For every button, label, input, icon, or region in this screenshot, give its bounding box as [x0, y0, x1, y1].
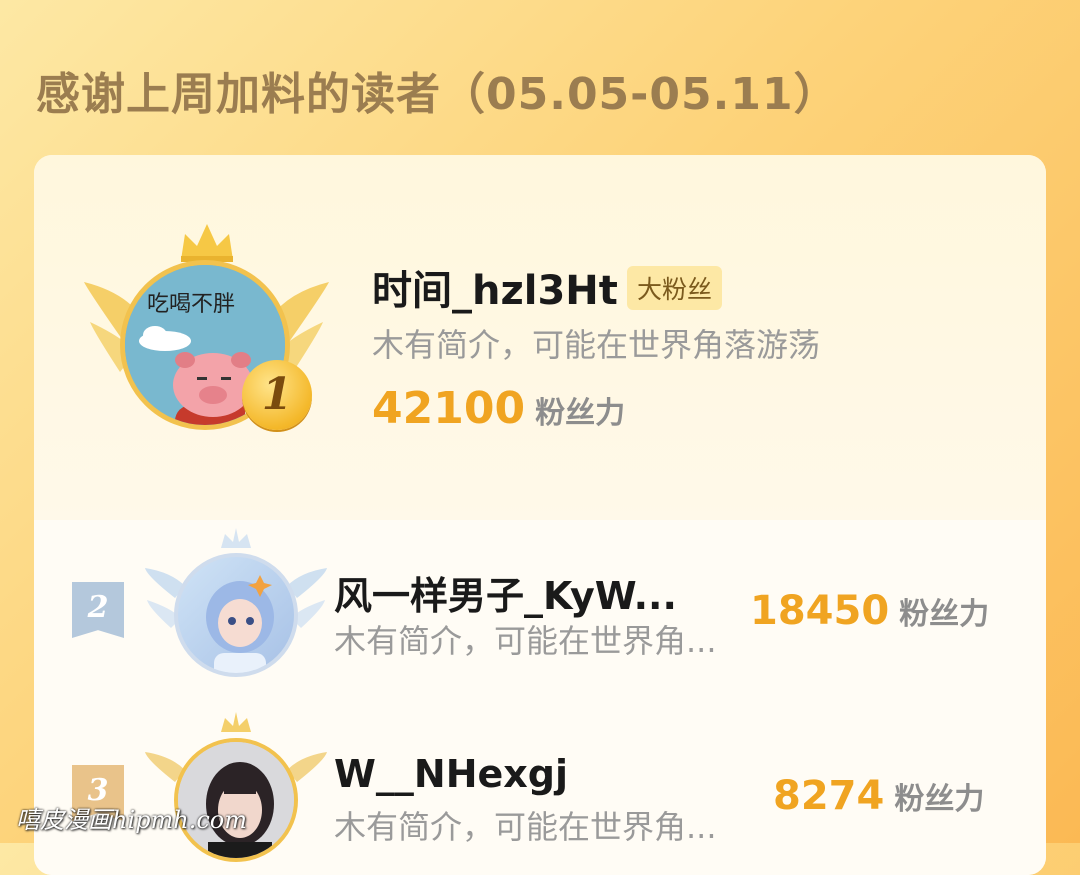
score-value: 42100 — [372, 383, 526, 434]
rank-medal-icon: 1 — [242, 360, 312, 430]
reader-name[interactable]: 风一样男子_KyW... — [334, 565, 677, 620]
score-unit: 粉丝力 — [899, 597, 990, 632]
rank-tag-2: 2 — [72, 582, 124, 638]
score-value: 18450 — [750, 588, 890, 634]
avatar-caption: 吃喝不胖 — [147, 292, 235, 317]
top-reader-avatar-frame[interactable]: 吃喝不胖 1 — [84, 222, 329, 447]
fan-power-score: 8274 粉丝力 — [773, 773, 984, 819]
score-unit: 粉丝力 — [894, 782, 985, 817]
fan-level-badge: 大粉丝 — [627, 266, 723, 310]
site-watermark: 嘻皮漫画hipmh.com — [16, 806, 247, 834]
reader-name[interactable]: W__NHexgj — [334, 752, 568, 796]
page-title: 感谢上周加料的读者（05.05-05.11） — [36, 69, 839, 120]
fan-power-score: 18450 粉丝力 — [750, 588, 989, 634]
score-unit: 粉丝力 — [535, 396, 626, 431]
score-value: 8274 — [773, 773, 885, 819]
reader-bio: 木有简介，可能在世界角... — [334, 808, 717, 846]
fan-power-score: 42100 粉丝力 — [372, 383, 625, 434]
reader-bio: 木有简介，可能在世界角落游荡 — [372, 326, 821, 364]
avatar[interactable] — [174, 553, 298, 677]
reader-bio: 木有简介，可能在世界角... — [334, 622, 717, 660]
crown-icon — [181, 224, 233, 262]
reader-name[interactable]: 时间_hzl3Ht — [372, 258, 618, 316]
